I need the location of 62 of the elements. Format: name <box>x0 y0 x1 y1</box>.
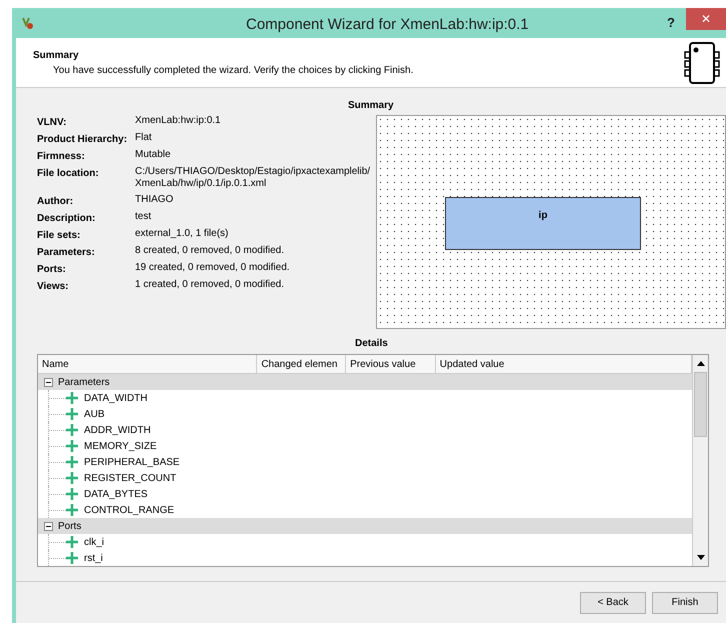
plus-icon <box>66 440 78 452</box>
tree-item[interactable]: MEMORY_SIZE <box>84 438 157 454</box>
field-label: Parameters: <box>37 246 96 260</box>
tree-item[interactable]: AUB <box>84 406 105 422</box>
field-label: Firmness: <box>37 150 86 164</box>
plus-icon <box>66 504 78 516</box>
field-value: 1 created, 0 removed, 0 modified. <box>135 279 285 291</box>
column-header[interactable]: Changed elemen <box>257 355 346 373</box>
column-header[interactable]: Updated value <box>436 355 692 373</box>
page-title: Summary <box>33 48 80 62</box>
scroll-down-icon[interactable] <box>696 555 704 560</box>
window-title: Component Wizard for XmenLab:hw:ip:0.1 <box>246 15 529 35</box>
page-description: You have successfully completed the wizard. Verify the choices by clicking Finish. <box>52 64 414 78</box>
plus-icon <box>66 488 78 500</box>
scroll-up-icon[interactable] <box>696 361 704 366</box>
field-label: Description: <box>37 212 96 226</box>
column-header[interactable]: Name <box>38 355 258 373</box>
tree-item[interactable]: DATA_WIDTH <box>84 390 148 406</box>
field-value: Flat <box>135 132 153 144</box>
tree-item[interactable]: clk_i <box>84 534 104 550</box>
plus-icon <box>66 392 78 404</box>
close-button[interactable]: ✕ <box>686 8 726 30</box>
app-logo-icon <box>20 16 34 30</box>
tree-item[interactable]: REGISTER_COUNT <box>84 470 176 486</box>
wizard-button[interactable]: < Back <box>580 592 646 614</box>
tree-item[interactable]: DATA_BYTES <box>84 486 148 502</box>
field-value: 19 created, 0 removed, 0 modified. <box>135 262 291 274</box>
tree-group[interactable]: Ports <box>58 518 82 534</box>
column-header[interactable]: Previous value <box>346 355 436 373</box>
tree-group[interactable]: Parameters <box>58 374 110 390</box>
field-value: Mutable <box>135 149 172 161</box>
plus-icon <box>66 424 78 436</box>
plus-icon <box>66 536 78 548</box>
field-label: Product Hierarchy: <box>37 133 128 147</box>
tree-item[interactable]: rst_i <box>84 550 103 566</box>
collapse-icon[interactable] <box>44 522 53 530</box>
plus-icon <box>66 552 78 564</box>
component-block[interactable]: ip <box>445 197 641 250</box>
field-label: VLNV: <box>37 116 68 130</box>
section-title: Details <box>355 337 388 351</box>
field-value: 8 created, 0 removed, 0 modified. <box>135 245 285 257</box>
tree-item[interactable]: CONTROL_RANGE <box>84 502 174 518</box>
plus-icon <box>66 472 78 484</box>
field-value: test <box>135 211 152 223</box>
plus-icon <box>66 456 78 468</box>
field-label: Views: <box>37 280 70 294</box>
field-label: File sets: <box>37 229 82 243</box>
field-value: XmenLab:hw:ip:0.1 <box>135 115 222 127</box>
field-value: THIAGO <box>135 194 174 206</box>
field-label: File location: <box>37 167 100 181</box>
section-title: Summary <box>348 99 394 113</box>
collapse-icon[interactable] <box>44 378 53 386</box>
field-value: external_1.0, 1 file(s) <box>135 228 230 240</box>
field-value: C:/Users/THIAGO/Desktop/Estagio/ipxactexamplelib/ XmenLab/hw/ip/0.1/ip.0.1.xml <box>135 166 372 190</box>
plus-icon <box>66 408 78 420</box>
wizard-button[interactable]: Finish <box>652 592 718 614</box>
tree-item[interactable]: PERIPHERAL_BASE <box>84 454 180 470</box>
field-label: Ports: <box>37 263 67 277</box>
help-button[interactable]: ? <box>656 13 686 33</box>
field-label: Author: <box>37 195 74 209</box>
tree-item[interactable]: ADDR_WIDTH <box>84 422 151 438</box>
scrollbar[interactable] <box>692 355 708 566</box>
